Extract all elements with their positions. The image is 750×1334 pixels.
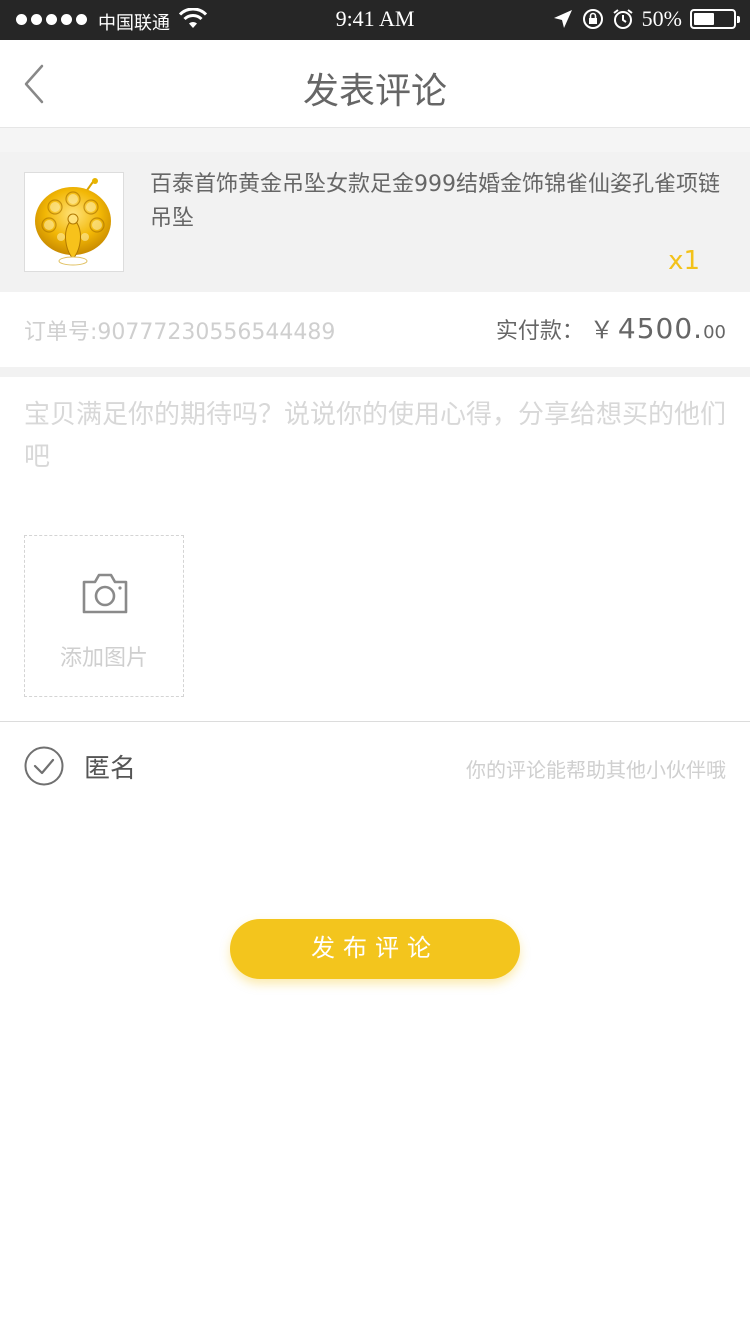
nav-bar: 发表评论 — [0, 40, 750, 128]
order-number: 订单号:90777230556544489 — [24, 320, 336, 345]
alarm-clock-icon — [613, 9, 633, 29]
add-photo-button[interactable]: 添加图片 — [24, 535, 184, 697]
paid-amount: 实付款： ￥ 4500. 00 — [496, 310, 726, 345]
paid-label: 实付款： — [495, 319, 584, 344]
product-card: 百泰首饰黄金吊坠女款足金999结婚金饰锦雀仙姿孔雀项链吊坠 x1 — [0, 152, 750, 292]
gold-peacock-pendant-icon — [35, 178, 111, 266]
product-name[interactable]: 百泰首饰黄金吊坠女款足金999结婚金饰锦雀仙姿孔雀项链吊坠 — [150, 168, 730, 236]
amount-decimal: 00 — [703, 322, 726, 343]
amount-integer: 4500. — [617, 312, 704, 345]
battery-icon — [690, 9, 740, 29]
order-summary-row: 订单号:90777230556544489 实付款： ￥ 4500. 00 — [0, 292, 750, 367]
anonymous-checkbox-icon[interactable] — [24, 746, 64, 786]
anonymous-hint: 你的评论能帮助其他小伙伴哦 — [466, 758, 726, 782]
location-arrow-icon — [553, 10, 572, 28]
anonymous-label[interactable]: 匿名 — [84, 748, 136, 785]
camera-icon — [82, 573, 128, 614]
battery-percent: 50% — [641, 6, 682, 31]
section-gap — [0, 367, 750, 377]
submit-review-button[interactable]: 发布评论 — [230, 919, 520, 979]
section-gap — [0, 128, 750, 152]
product-quantity: x1 — [668, 246, 700, 276]
divider — [0, 721, 750, 722]
product-image[interactable] — [24, 172, 124, 272]
page-title: 发表评论 — [302, 71, 447, 112]
status-bar: 中国联通 9:41 AM 50% — [0, 0, 750, 40]
review-textarea[interactable]: 宝贝满足你的期待吗？说说你的使用心得，分享给想买的他们吧 — [24, 394, 726, 478]
add-photo-label: 添加图片 — [59, 646, 148, 671]
currency-symbol: ￥ — [589, 316, 614, 344]
rotation-lock-icon — [582, 9, 603, 29]
